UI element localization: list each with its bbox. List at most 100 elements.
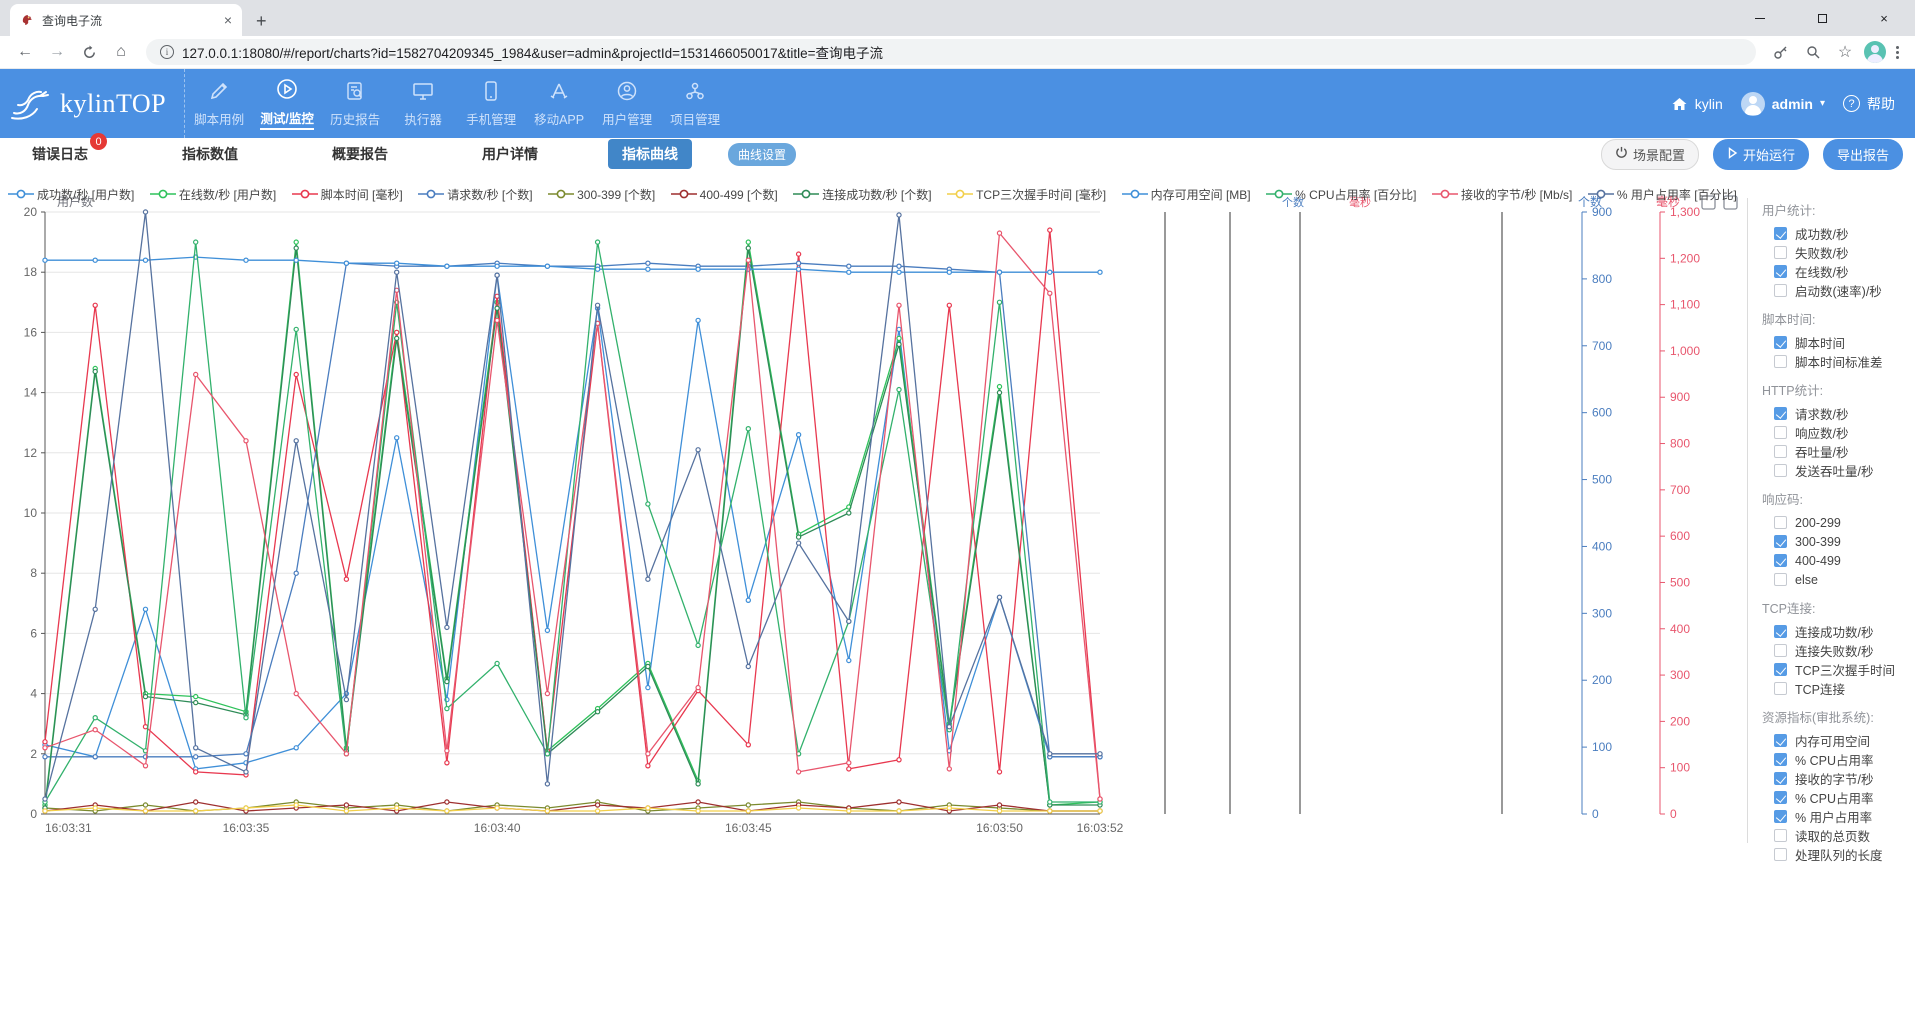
sidebar-metric-item[interactable]: 脚本时间: [1774, 333, 1915, 352]
metric-checkbox[interactable]: [1774, 246, 1787, 259]
action-button-1[interactable]: 场景配置: [1601, 139, 1699, 170]
zoom-icon[interactable]: [1800, 39, 1826, 65]
subnav-tab-3[interactable]: 概要报告: [330, 140, 390, 168]
sidebar-metric-item[interactable]: 响应数/秒: [1774, 423, 1915, 442]
address-bar[interactable]: i 127.0.0.1:18080/#/report/charts?id=158…: [146, 39, 1756, 65]
tab-close-icon[interactable]: ×: [224, 12, 232, 28]
metric-checkbox[interactable]: [1774, 265, 1787, 278]
legend-item-7[interactable]: 连接成功数/秒 [个数]: [793, 186, 931, 203]
sidebar-metric-item[interactable]: 脚本时间标准差: [1774, 352, 1915, 371]
legend-item-6[interactable]: 400-499 [个数]: [671, 186, 778, 203]
sidebar-metric-item[interactable]: % CPU占用率: [1774, 788, 1915, 807]
bookmark-star-icon[interactable]: ☆: [1832, 39, 1858, 65]
new-tab-button[interactable]: +: [256, 11, 267, 36]
metric-checkbox[interactable]: [1774, 426, 1787, 439]
metric-checkbox[interactable]: [1774, 445, 1787, 458]
metric-checkbox[interactable]: [1774, 227, 1787, 240]
back-icon[interactable]: ←: [12, 39, 38, 65]
sidebar-metric-item[interactable]: 400-499: [1774, 551, 1915, 570]
sidebar-metric-item[interactable]: 吞吐量/秒: [1774, 442, 1915, 461]
legend-item-5[interactable]: 300-399 [个数]: [548, 186, 655, 203]
nav-item-7[interactable]: 用户管理: [593, 69, 661, 138]
metric-checkbox[interactable]: [1774, 682, 1787, 695]
legend-item-11[interactable]: 接收的字节/秒 [Mb/s]: [1432, 186, 1572, 203]
refresh-icon[interactable]: [76, 39, 102, 65]
metric-checkbox[interactable]: [1774, 336, 1787, 349]
legend-item-9[interactable]: 内存可用空间 [MB]: [1122, 186, 1251, 203]
sidebar-metric-item[interactable]: TCP三次握手时间: [1774, 660, 1915, 679]
legend-item-3[interactable]: 脚本时间 [毫秒]: [292, 186, 403, 203]
browser-profile-avatar[interactable]: [1864, 41, 1886, 63]
nav-item-3[interactable]: 历史报告: [321, 69, 389, 138]
subnav-tab-1[interactable]: 错误日志0: [30, 140, 90, 168]
sidebar-metric-item[interactable]: 处理队列的长度: [1774, 845, 1915, 864]
sidebar-metric-item[interactable]: 连接失败数/秒: [1774, 641, 1915, 660]
sidebar-metric-item[interactable]: 内存可用空间: [1774, 731, 1915, 750]
nav-item-6[interactable]: 移动APP: [525, 69, 593, 138]
sidebar-metric-item[interactable]: % 用户占用率: [1774, 807, 1915, 826]
nav-item-8[interactable]: 项目管理: [661, 69, 729, 138]
curve-settings-button[interactable]: 曲线设置: [728, 143, 796, 166]
browser-tab[interactable]: 查询电子流 ×: [10, 4, 242, 36]
sidebar-metric-item[interactable]: 读取的总页数: [1774, 826, 1915, 845]
sidebar-metric-item[interactable]: 300-399: [1774, 532, 1915, 551]
action-button-2[interactable]: 开始运行: [1713, 139, 1809, 170]
legend-item-10[interactable]: % CPU占用率 [百分比]: [1266, 186, 1416, 203]
sidebar-metric-item[interactable]: TCP连接: [1774, 679, 1915, 698]
metric-checkbox[interactable]: [1774, 355, 1787, 368]
metric-checkbox[interactable]: [1774, 625, 1787, 638]
metric-checkbox[interactable]: [1774, 284, 1787, 297]
action-button-3[interactable]: 导出报告: [1823, 139, 1903, 170]
sidebar-metric-item[interactable]: 200-299: [1774, 513, 1915, 532]
sidebar-metric-item[interactable]: 在线数/秒: [1774, 262, 1915, 281]
legend-item-1[interactable]: 成功数/秒 [用户数]: [8, 186, 134, 203]
metric-checkbox[interactable]: [1774, 535, 1787, 548]
metric-checkbox[interactable]: [1774, 829, 1787, 842]
browser-menu-icon[interactable]: [1892, 42, 1903, 63]
metric-checkbox[interactable]: [1774, 663, 1787, 676]
sidebar-metric-item[interactable]: 失败数/秒: [1774, 243, 1915, 262]
sidebar-metric-item[interactable]: 成功数/秒: [1774, 224, 1915, 243]
subnav-tab-5[interactable]: 指标曲线: [608, 139, 692, 169]
home-icon[interactable]: ⌂: [108, 39, 134, 65]
metric-checkbox[interactable]: [1774, 734, 1787, 747]
sidebar-metric-item[interactable]: else: [1774, 570, 1915, 589]
metric-checkbox[interactable]: [1774, 554, 1787, 567]
metric-checkbox[interactable]: [1774, 516, 1787, 529]
sidebar-metric-item[interactable]: % CPU占用率: [1774, 750, 1915, 769]
metric-checkbox[interactable]: [1774, 644, 1787, 657]
metric-checkbox[interactable]: [1774, 772, 1787, 785]
nav-item-2[interactable]: 测试/监控: [253, 69, 321, 138]
legend-item-12[interactable]: % 用户占用率 [百分比]: [1588, 186, 1737, 203]
legend-item-8[interactable]: TCP三次握手时间 [毫秒]: [947, 186, 1106, 203]
window-close-button[interactable]: ×: [1853, 0, 1915, 36]
brand[interactable]: kylinTOP: [0, 69, 185, 138]
metric-checkbox[interactable]: [1774, 753, 1787, 766]
metric-checkbox[interactable]: [1774, 791, 1787, 804]
metric-checkbox[interactable]: [1774, 848, 1787, 861]
metric-checkbox[interactable]: [1774, 810, 1787, 823]
help-link[interactable]: ? 帮助: [1843, 94, 1895, 114]
user-menu[interactable]: admin ▾: [1741, 92, 1825, 116]
nav-item-1[interactable]: 脚本用例: [185, 69, 253, 138]
metric-checkbox[interactable]: [1774, 407, 1787, 420]
home-link[interactable]: kylin: [1671, 96, 1723, 112]
subnav-tab-4[interactable]: 用户详情: [480, 140, 540, 168]
window-maximize-button[interactable]: [1791, 0, 1853, 36]
sidebar-metric-item[interactable]: 启动数(速率)/秒: [1774, 281, 1915, 300]
metric-checkbox[interactable]: [1774, 464, 1787, 477]
legend-item-2[interactable]: 在线数/秒 [用户数]: [150, 186, 276, 203]
sidebar-metric-item[interactable]: 请求数/秒: [1774, 404, 1915, 423]
forward-icon[interactable]: →: [44, 39, 70, 65]
legend-item-4[interactable]: 请求数/秒 [个数]: [418, 186, 532, 203]
sidebar-metric-item[interactable]: 连接成功数/秒: [1774, 622, 1915, 641]
window-minimize-button[interactable]: [1729, 0, 1791, 36]
key-icon[interactable]: [1768, 39, 1794, 65]
metric-checkbox[interactable]: [1774, 573, 1787, 586]
sidebar-metric-item[interactable]: 接收的字节/秒: [1774, 769, 1915, 788]
page-info-icon[interactable]: i: [160, 45, 174, 59]
sidebar-metric-item[interactable]: 发送吞吐量/秒: [1774, 461, 1915, 480]
nav-item-5[interactable]: 手机管理: [457, 69, 525, 138]
subnav-tab-2[interactable]: 指标数值: [180, 140, 240, 168]
nav-item-4[interactable]: 执行器: [389, 69, 457, 138]
